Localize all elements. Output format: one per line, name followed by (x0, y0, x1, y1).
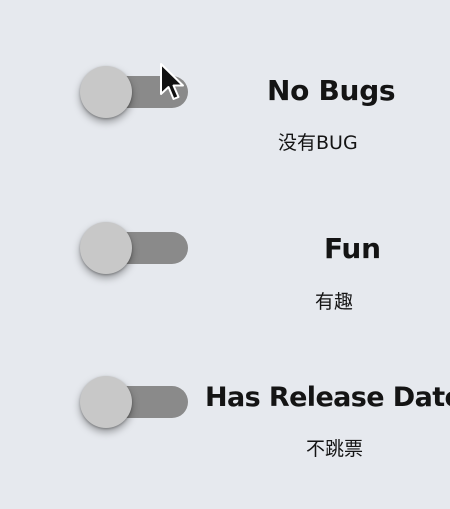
fun-toggle[interactable] (80, 222, 188, 274)
setting-title-no-bugs: No Bugs (267, 74, 396, 107)
setting-title-fun: Fun (324, 232, 381, 265)
toggle-knob[interactable] (80, 222, 132, 274)
setting-subtitle-has-release-date: 不跳票 (306, 438, 364, 460)
setting-subtitle-no-bugs: 没有BUG (278, 132, 358, 154)
toggle-knob[interactable] (80, 66, 132, 118)
setting-subtitle-fun: 有趣 (315, 291, 354, 313)
no-bugs-toggle[interactable] (80, 66, 188, 118)
has-release-date-toggle[interactable] (80, 376, 188, 428)
toggle-knob[interactable] (80, 376, 132, 428)
setting-title-has-release-date: Has Release Date (205, 382, 450, 413)
